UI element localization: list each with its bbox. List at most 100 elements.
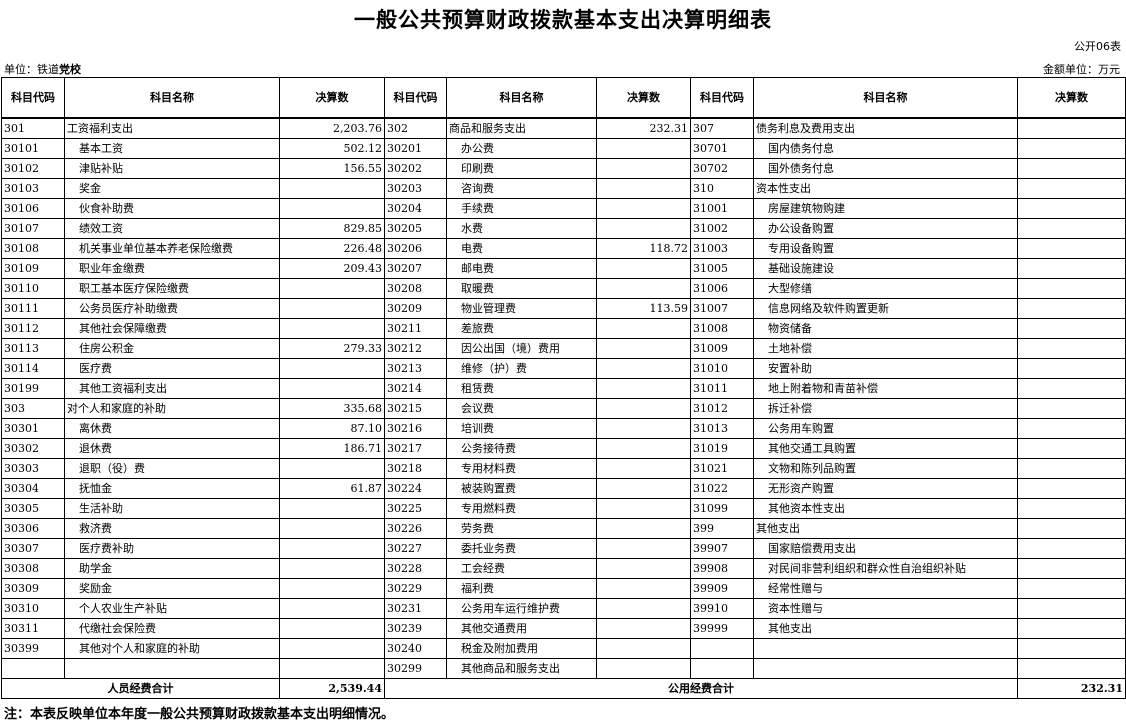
subject-name: 取暖费 [446,278,597,299]
amount-cell [1017,618,1126,639]
subject-code: 30202 [384,158,447,179]
amount-cell [1017,538,1126,559]
page-title: 一般公共预算财政拨款基本支出决算明细表 [354,8,772,32]
table-row: 30109 职业年金缴费 209.43 30207 邮电费 31005 基础设施建设 [1,258,1126,279]
subject-name: 因公出国（境）费用 [446,338,597,359]
subject-name: 工资福利支出 [64,117,280,139]
table-row: 301 工资福利支出 2,203.76 302 商品和服务支出 232.31 307 债务利息… [1,117,1126,139]
amount-cell [596,158,691,179]
amount-cell [1017,238,1126,259]
subject-code: 310 [690,178,754,199]
public-total-label: 公用经费合计 [384,678,1018,699]
subject-code: 31010 [690,358,754,379]
subject-code: 30111 [1,298,65,319]
subject-code: 30218 [384,458,447,479]
subject-code: 30228 [384,558,447,579]
amount-cell [596,258,691,279]
subject-code: 30207 [384,258,447,279]
subject-code: 30109 [1,258,65,279]
amount-unit: 金额单位：万元 [1043,63,1120,76]
subject-name: 奖金 [64,178,280,199]
amount-cell [279,278,385,299]
subject-code: 30307 [1,538,65,559]
amount-cell: 118.72 [596,238,691,259]
subject-code: 30206 [384,238,447,259]
subject-code: 30203 [384,178,447,199]
subject-code: 30301 [1,418,65,439]
header-name-3: 科目名称 [753,77,1018,119]
subject-name: 抚恤金 [64,478,280,499]
subject-name: 生活补助 [64,498,280,519]
table-row: 30108 机关事业单位基本养老保险缴费 226.48 30206 电费 118.72 31… [1,238,1126,259]
subject-name: 资本性支出 [753,178,1018,199]
subject-name: 安置补助 [753,358,1018,379]
subject-name: 土地补偿 [753,338,1018,359]
subject-code: 31022 [690,478,754,499]
subject-code: 30102 [1,158,65,179]
subject-name: 专用燃料费 [446,498,597,519]
subject-name: 基本工资 [64,138,280,159]
subject-name: 救济费 [64,518,280,539]
subject-code: 30110 [1,278,65,299]
amount-cell [596,658,691,679]
subject-code: 30231 [384,598,447,619]
subject-name: 会议费 [446,398,597,419]
subject-name: 国外债务付息 [753,158,1018,179]
header-amount-2: 决算数 [596,77,691,119]
subject-code: 307 [690,117,754,139]
subject-name: 其他对个人和家庭的补助 [64,638,280,659]
amount-cell: 61.87 [279,478,385,499]
amount-cell [279,358,385,379]
subject-code: 30213 [384,358,447,379]
subject-code: 30399 [1,638,65,659]
header-name-2: 科目名称 [446,77,597,119]
subject-name: 商品和服务支出 [446,117,597,139]
table-row: 30110 职工基本医疗保险缴费 30208 取暖费 31006 大型修缮 [1,278,1126,299]
subject-code: 302 [384,117,447,139]
subject-code [690,638,754,659]
public-total-value: 232.31 [1017,678,1126,699]
subject-name: 福利费 [446,578,597,599]
subject-name: 公务用车运行维护费 [446,598,597,619]
subject-code: 39910 [690,598,754,619]
subject-name: 其他交通工具购置 [753,438,1018,459]
amount-cell: 829.85 [279,218,385,239]
amount-cell [596,598,691,619]
subject-name: 住房公积金 [64,338,280,359]
subject-code: 30225 [384,498,447,519]
subject-code: 303 [1,398,65,419]
header-code-2: 科目代码 [384,77,447,119]
header-amount-3: 决算数 [1017,77,1126,119]
subject-code: 30701 [690,138,754,159]
subject-code: 30217 [384,438,447,459]
amount-cell [279,458,385,479]
amount-cell [596,178,691,199]
amount-cell [1017,138,1126,159]
subject-name: 津贴补贴 [64,158,280,179]
table-row: 30304 抚恤金 61.87 30224 被装购置费 31022 无形资产购置 [1,478,1126,499]
personnel-total-label: 人员经费合计 [1,678,280,699]
subject-name: 邮电费 [446,258,597,279]
table-row: 30307 医疗费补助 30227 委托业务费 39907 国家赔偿费用支出 [1,538,1126,559]
subject-name: 医疗费 [64,358,280,379]
amount-cell [596,418,691,439]
subject-code: 30305 [1,498,65,519]
amount-cell: 232.31 [596,117,691,139]
amount-cell [596,318,691,339]
subject-code: 30215 [384,398,447,419]
subject-name: 其他商品和服务支出 [446,658,597,679]
table-row: 30311 代缴社会保险费 30239 其他交通费用 39999 其他支出 [1,618,1126,639]
subject-name: 公务接待费 [446,438,597,459]
subject-name: 其他支出 [753,618,1018,639]
subject-code: 39907 [690,538,754,559]
subject-name: 电费 [446,238,597,259]
subject-name: 委托业务费 [446,538,597,559]
subject-name: 国家赔偿费用支出 [753,538,1018,559]
subject-code: 31002 [690,218,754,239]
totals-row: 人员经费合计 2,539.44 公用经费合计 232.31 [1,678,1126,699]
subject-name: 劳务费 [446,518,597,539]
amount-cell [1017,178,1126,199]
header-name-1: 科目名称 [64,77,280,119]
amount-cell [596,478,691,499]
table-row: 30301 离休费 87.10 30216 培训费 31013 公务用车购置 [1,418,1126,439]
